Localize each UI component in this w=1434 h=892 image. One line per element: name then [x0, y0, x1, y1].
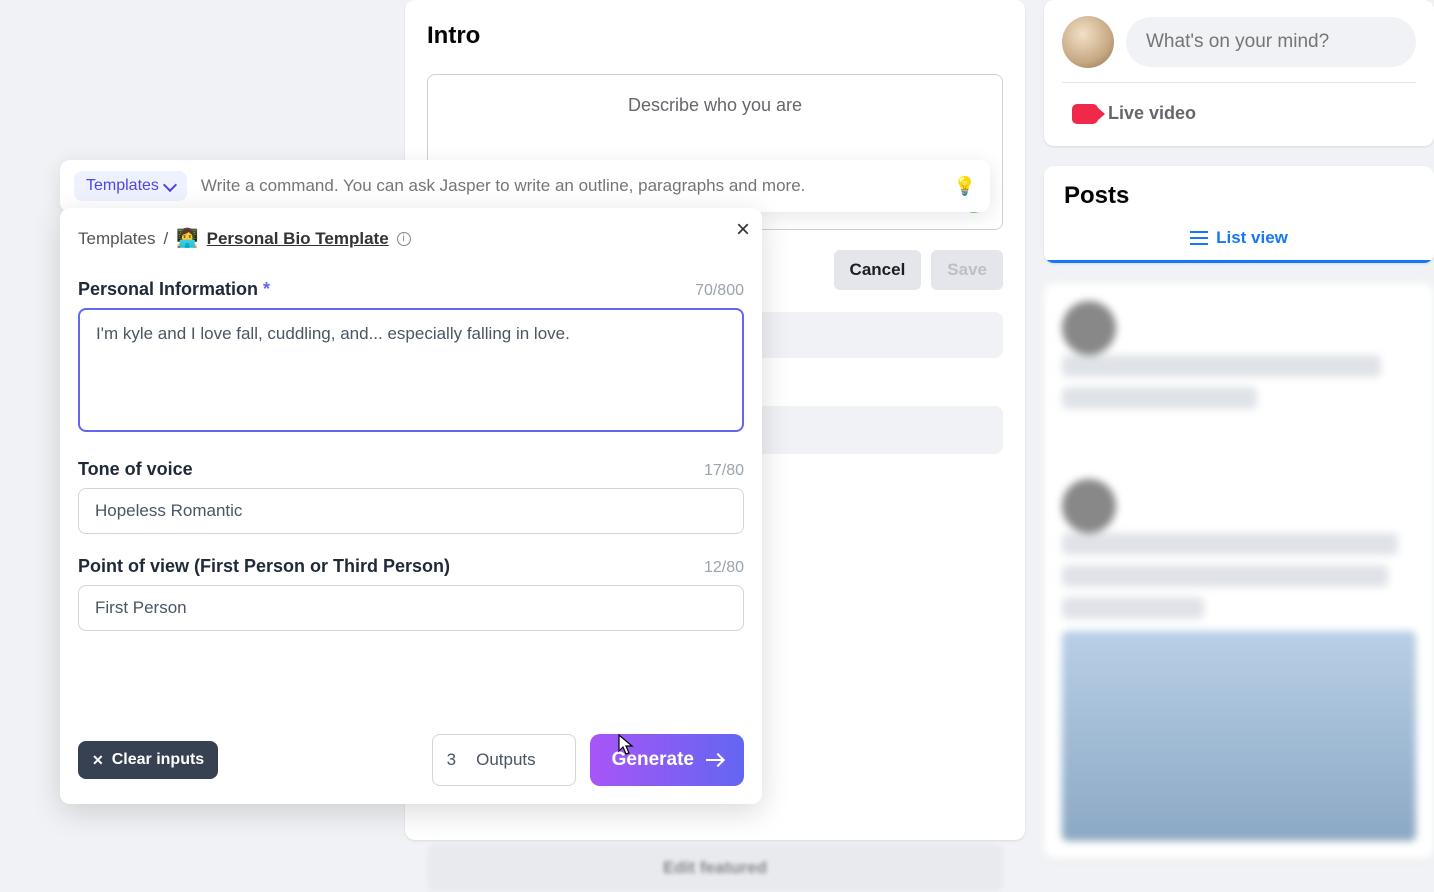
- avatar[interactable]: [1062, 16, 1114, 68]
- panel-close-button[interactable]: ×: [728, 214, 758, 246]
- pov-input[interactable]: [78, 585, 744, 631]
- intro-title: Intro: [427, 22, 1003, 50]
- live-video-button[interactable]: Live video: [1062, 97, 1206, 130]
- hint-bulb-icon[interactable]: 💡: [954, 176, 976, 197]
- arrow-right-icon: [706, 759, 722, 761]
- generate-button[interactable]: Generate: [590, 734, 744, 786]
- breadcrumb-sep: /: [163, 229, 168, 249]
- field-count-tone: 17/80: [704, 462, 744, 480]
- field-tone: Tone of voice 17/80: [78, 459, 744, 534]
- info-icon[interactable]: i: [397, 232, 411, 246]
- templates-dropdown[interactable]: Templates: [74, 171, 187, 201]
- list-icon: [1190, 231, 1208, 245]
- posts-title: Posts: [1044, 166, 1434, 216]
- feed-avatar: [1062, 301, 1116, 355]
- posts-card: Posts List view: [1044, 166, 1434, 263]
- field-count-pov: 12/80: [704, 559, 744, 577]
- compose-input[interactable]: [1126, 17, 1416, 67]
- tab-list-view[interactable]: List view: [1044, 216, 1434, 263]
- breadcrumb: Templates / 👩‍💻 Personal Bio Template i: [78, 228, 744, 249]
- template-panel: × Templates / 👩‍💻 Personal Bio Template …: [60, 208, 762, 804]
- close-icon: ✕: [92, 752, 104, 769]
- personal-info-input[interactable]: [78, 308, 744, 432]
- template-emoji-icon: 👩‍💻: [176, 228, 198, 249]
- feed-avatar: [1062, 479, 1116, 533]
- templates-label: Templates: [86, 177, 159, 195]
- feed-image: [1062, 631, 1416, 841]
- field-label-pov: Point of view (First Person or Third Per…: [78, 556, 450, 577]
- tone-input[interactable]: [78, 488, 744, 534]
- breadcrumb-root[interactable]: Templates: [78, 229, 155, 249]
- field-label-personal-info: Personal Information *: [78, 279, 270, 300]
- field-count-personal-info: 70/800: [695, 282, 744, 300]
- intro-save-button[interactable]: Save: [931, 250, 1003, 290]
- field-personal-info: Personal Information * 70/800: [78, 279, 744, 437]
- jasper-command-bar: Templates 💡: [60, 160, 990, 212]
- right-column: Live video Posts List view: [1044, 0, 1434, 859]
- compose-card: Live video: [1044, 0, 1434, 146]
- feed-post-1: [1044, 283, 1434, 859]
- clear-inputs-button[interactable]: ✕ Clear inputs: [78, 741, 218, 779]
- outputs-label: Outputs: [476, 750, 536, 770]
- command-input[interactable]: [201, 176, 940, 196]
- outputs-count-value: 3: [447, 750, 456, 770]
- intro-cancel-button[interactable]: Cancel: [834, 250, 922, 290]
- edit-featured-button[interactable]: Edit featured: [427, 844, 1003, 892]
- panel-footer: ✕ Clear inputs 3 Outputs Generate: [78, 734, 744, 786]
- chevron-down-icon: [163, 177, 177, 191]
- breadcrumb-template-name[interactable]: Personal Bio Template: [207, 229, 389, 249]
- field-label-tone: Tone of voice: [78, 459, 193, 480]
- outputs-count-box[interactable]: 3 Outputs: [432, 734, 576, 786]
- field-pov: Point of view (First Person or Third Per…: [78, 556, 744, 631]
- video-icon: [1072, 104, 1098, 124]
- intro-placeholder: Describe who you are: [628, 95, 802, 116]
